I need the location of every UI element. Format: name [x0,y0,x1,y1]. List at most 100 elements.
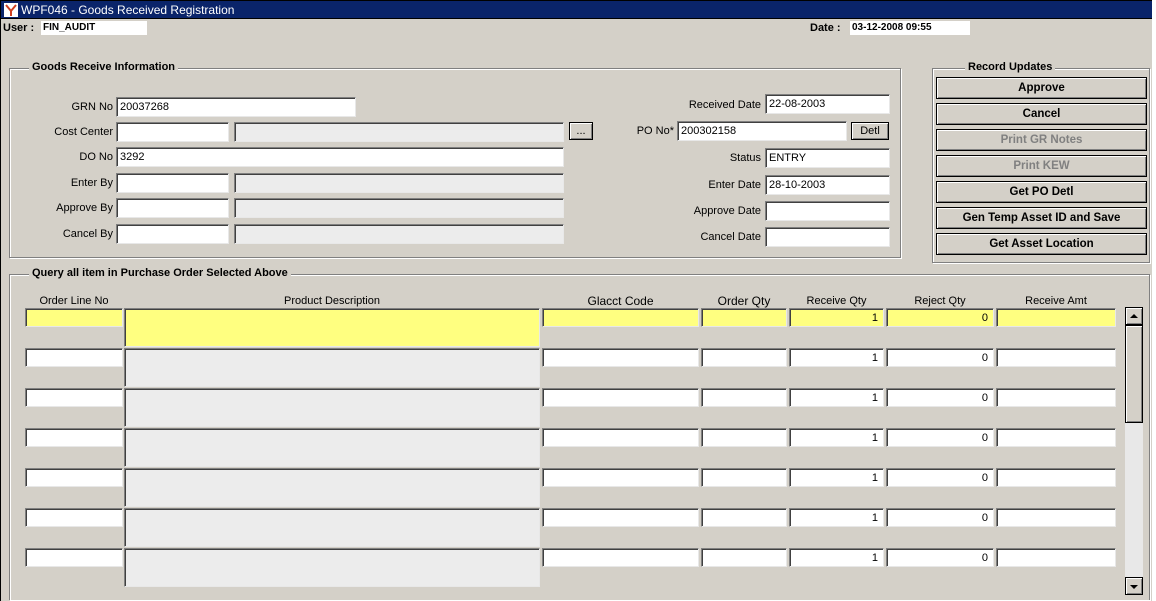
product-description-cell[interactable] [124,308,540,347]
receive-amt-cell[interactable] [996,388,1116,407]
product-description-cell[interactable] [124,388,540,427]
cancel-date-field[interactable] [765,227,890,247]
cancel-date-label: Cancel Date [700,231,761,243]
receive-qty-cell[interactable]: 1 [789,388,884,407]
receive-qty-cell[interactable]: 1 [789,468,884,487]
reject-qty-cell[interactable]: 0 [886,308,994,327]
order-qty-cell[interactable] [701,388,787,407]
product-description-cell[interactable] [124,428,540,467]
glacct-code-cell[interactable] [542,428,699,447]
scroll-up-button[interactable] [1125,307,1143,325]
receive-amt-cell[interactable] [996,428,1116,447]
column-header-glacct-code: Glacct Code [587,294,654,308]
received-date-field[interactable]: 22-08-2003 [765,94,890,114]
order-qty-cell[interactable] [701,428,787,447]
get-asset-location-button[interactable]: Get Asset Location [936,233,1147,255]
glacct-code-cell[interactable] [542,308,699,327]
order-line-no-cell[interactable] [25,388,123,407]
receive-amt-cell[interactable] [996,548,1116,567]
enter-by-label: Enter By [70,177,113,189]
print-gr-notes-button[interactable]: Print GR Notes [936,129,1147,151]
arrow-down-icon [1130,585,1138,589]
receive-amt-cell[interactable] [996,508,1116,527]
grn-no-label: GRN No [71,101,113,113]
order-line-no-cell[interactable] [25,428,123,447]
product-description-cell[interactable] [124,468,540,507]
cost-center-label: Cost Center [54,126,113,138]
app-window: WPF046 - Goods Received Registration Use… [0,0,1152,601]
gen-temp-asset-id-and-save-button[interactable]: Gen Temp Asset ID and Save [936,207,1147,229]
receive-qty-cell[interactable]: 1 [789,548,884,567]
cost-center-name-field [234,122,564,142]
cancel-by-label: Cancel By [62,228,113,240]
po-detl-button[interactable]: Detl [851,122,889,140]
receive-qty-cell[interactable]: 1 [789,428,884,447]
enter-date-label: Enter Date [708,179,761,191]
glacct-code-cell[interactable] [542,468,699,487]
receive-amt-cell[interactable] [996,308,1116,327]
reject-qty-cell[interactable]: 0 [886,428,994,447]
approve-by-name-field [234,198,564,218]
do-no-label: DO No [79,151,113,163]
order-qty-cell[interactable] [701,308,787,327]
po-no-field[interactable]: 200302158 [677,121,847,141]
enter-by-code-field[interactable] [116,173,229,193]
reject-qty-cell[interactable]: 0 [886,388,994,407]
cost-center-code-field[interactable] [116,122,229,142]
enter-date-field[interactable]: 28-10-2003 [765,175,890,195]
reject-qty-cell[interactable]: 0 [886,548,994,567]
column-header-order-qty: Order Qty [717,294,771,308]
product-description-cell[interactable] [124,508,540,547]
do-no-field[interactable]: 3292 [116,147,564,167]
cancel-button[interactable]: Cancel [936,103,1147,125]
vertical-scrollbar[interactable] [1125,307,1143,595]
order-line-no-cell[interactable] [25,468,123,487]
reject-qty-cell[interactable]: 0 [886,508,994,527]
po-no-label: PO No* [636,125,674,137]
cancel-by-code-field[interactable] [116,224,229,244]
order-qty-cell[interactable] [701,468,787,487]
query-legend: Query all item in Purchase Order Selecte… [29,267,291,279]
scroll-thumb[interactable] [1125,325,1143,423]
column-header-receive-qty: Receive Qty [806,295,867,307]
order-qty-cell[interactable] [701,348,787,367]
get-po-detl-button[interactable]: Get PO Detl [936,181,1147,203]
approve-by-code-field[interactable] [116,198,229,218]
table-row: 10 [1,1,1125,587]
column-header-order-line-no: Order Line No [39,295,109,307]
approve-date-label: Approve Date [693,205,761,217]
print-kew-button[interactable]: Print KEW [936,155,1147,177]
approve-date-field[interactable] [765,201,890,221]
receive-amt-cell[interactable] [996,348,1116,367]
receive-qty-cell[interactable]: 1 [789,348,884,367]
order-qty-cell[interactable] [701,548,787,567]
order-line-no-cell[interactable] [25,548,123,567]
receive-qty-cell[interactable]: 1 [789,308,884,327]
order-line-no-cell[interactable] [25,308,123,327]
status-field[interactable]: ENTRY [765,148,890,168]
reject-qty-cell[interactable]: 0 [886,468,994,487]
column-header-receive-amt: Receive Amt [1025,295,1087,307]
order-line-no-cell[interactable] [25,508,123,527]
reject-qty-cell[interactable]: 0 [886,348,994,367]
glacct-code-cell[interactable] [542,508,699,527]
enter-by-name-field [234,173,564,193]
column-header-reject-qty: Reject Qty [914,295,966,307]
goods-receive-legend: Goods Receive Information [29,61,179,73]
glacct-code-cell[interactable] [542,388,699,407]
approve-button[interactable]: Approve [936,77,1147,99]
order-line-no-cell[interactable] [25,348,123,367]
order-qty-cell[interactable] [701,508,787,527]
column-header-product-description: Product Description [284,295,380,307]
arrow-up-icon [1130,314,1138,318]
record-updates-legend: Record Updates [965,61,1056,73]
scroll-down-button[interactable] [1125,577,1143,595]
glacct-code-cell[interactable] [542,548,699,567]
glacct-code-cell[interactable] [542,348,699,367]
product-description-cell[interactable] [124,548,540,587]
product-description-cell[interactable] [124,348,540,387]
receive-amt-cell[interactable] [996,468,1116,487]
grn-no-field[interactable]: 20037268 [116,97,356,117]
cost-center-lookup-button[interactable]: ... [569,122,593,140]
receive-qty-cell[interactable]: 1 [789,508,884,527]
